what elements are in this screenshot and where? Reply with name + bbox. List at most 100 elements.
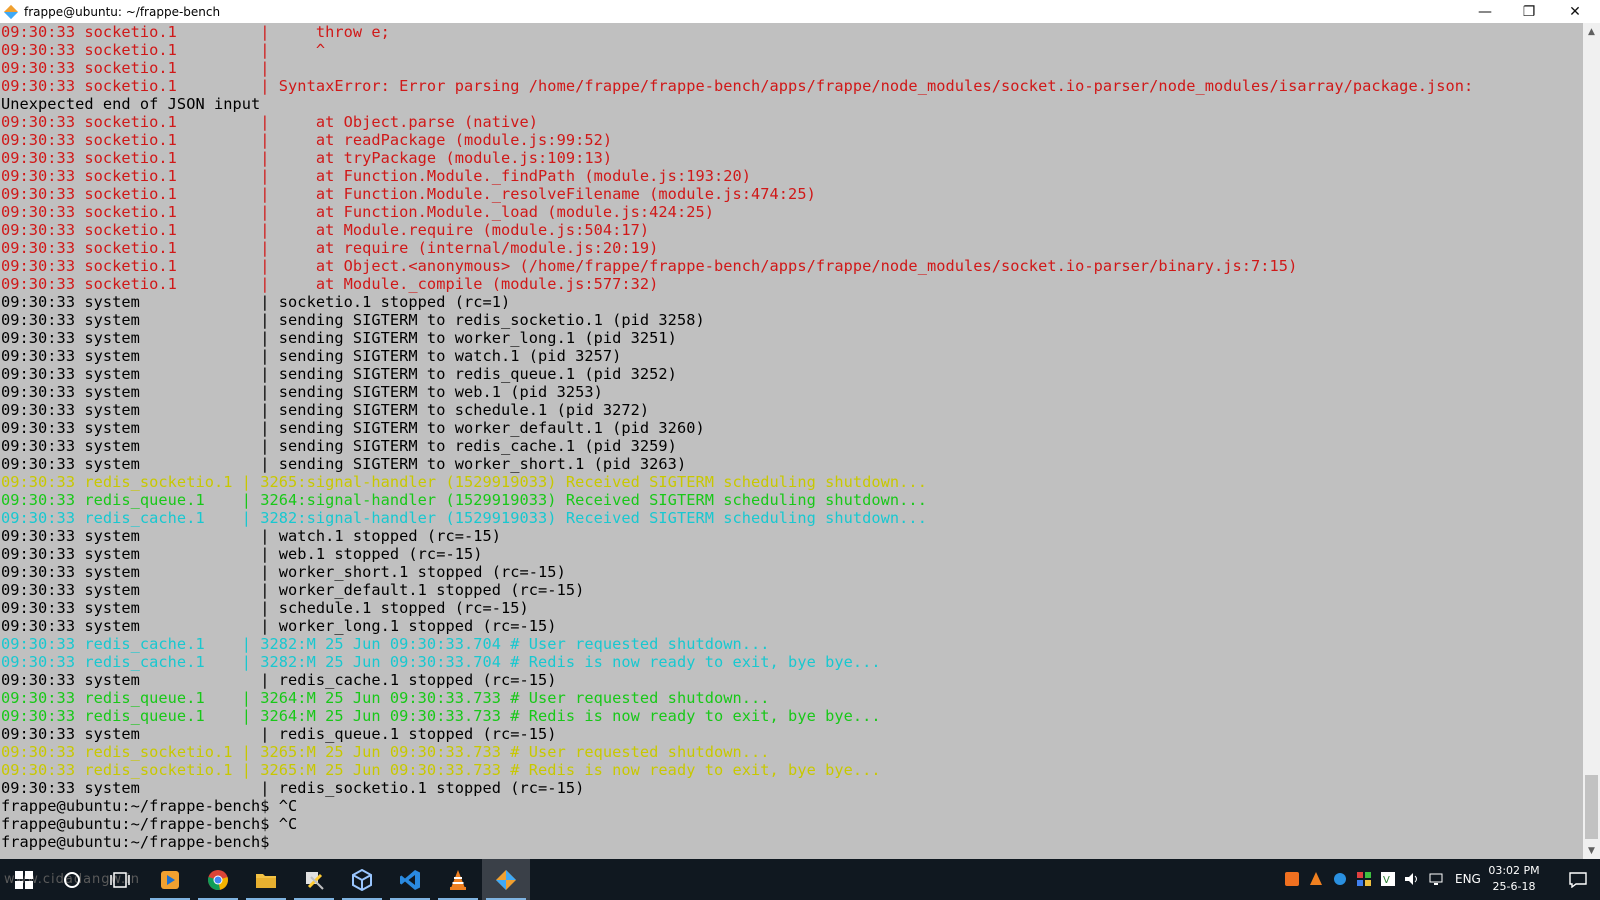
close-button[interactable]: ✕ [1552, 0, 1598, 23]
terminal-line: 09:30:33 redis_queue.1 | 3264:signal-han… [1, 491, 927, 509]
terminal-line: 09:30:33 socketio.1 | at require (intern… [1, 239, 659, 257]
windows-logo-icon [15, 870, 33, 889]
terminal-line: 09:30:33 system | schedule.1 stopped (rc… [1, 599, 529, 617]
terminal-line: frappe@ubuntu:~/frappe-bench$ ^C [1, 815, 298, 833]
task-view-button[interactable] [96, 859, 144, 900]
terminal-line: 09:30:33 system | sending SIGTERM to red… [1, 365, 677, 383]
scroll-down-button[interactable]: ▼ [1583, 842, 1600, 859]
terminal-line: 09:30:33 redis_queue.1 | 3264:M 25 Jun 0… [1, 689, 770, 707]
folder-icon [256, 873, 276, 888]
terminal-line: 09:30:33 system | redis_socketio.1 stopp… [1, 779, 585, 797]
terminal-line: 09:30:33 system | redis_queue.1 stopped … [1, 725, 557, 743]
network-icon[interactable] [1428, 871, 1444, 887]
terminal-line: 09:30:33 system | sending SIGTERM to wor… [1, 329, 677, 347]
terminal-line: 09:30:33 system | watch.1 stopped (rc=-1… [1, 527, 502, 545]
media-player-icon [161, 870, 179, 889]
terminal-line: 09:30:33 redis_cache.1 | 3282:signal-han… [1, 509, 927, 527]
terminal-line: 09:30:33 system | redis_cache.1 stopped … [1, 671, 557, 689]
terminal-line: Unexpected end of JSON input [1, 95, 261, 113]
taskbar: www.cidadangw.in V ENG 03:02 PM 25-6-18 [0, 859, 1600, 900]
notification-icon [1568, 871, 1587, 888]
terminal-line: 09:30:33 socketio.1 | at Object.<anonymo… [1, 257, 1298, 275]
terminal-line: 09:30:33 socketio.1 | [1, 59, 270, 77]
taskbar-app-vscode[interactable] [386, 859, 434, 900]
task-view-icon [110, 871, 130, 888]
terminal-line: 09:30:33 socketio.1 | SyntaxError: Error… [1, 77, 1474, 95]
terminal-line: 09:30:33 socketio.1 | at Function.Module… [1, 203, 714, 221]
terminal-line: 09:30:33 redis_cache.1 | 3282:M 25 Jun 0… [1, 653, 881, 671]
tools-icon [306, 871, 324, 890]
terminal-line: frappe@ubuntu:~/frappe-bench$ ^C [1, 797, 298, 815]
vscode-icon [400, 869, 420, 890]
volume-icon[interactable] [1404, 871, 1420, 887]
terminal-line: 09:30:33 socketio.1 | ^ [1, 41, 326, 59]
clock-time: 03:02 PM [1488, 864, 1540, 877]
close-icon: ✕ [1569, 3, 1581, 20]
terminal-line: 09:30:33 system | worker_long.1 stopped … [1, 617, 557, 635]
chrome-icon [208, 869, 228, 890]
chevron-up-icon: ▲ [1588, 26, 1595, 37]
window-title: frappe@ubuntu: ~/frappe-bench [24, 4, 221, 19]
terminal-line: 09:30:33 redis_socketio.1 | 3265:M 25 Ju… [1, 743, 770, 761]
terminal-output[interactable]: 09:30:33 socketio.1 | throw e; 09:30:33 s… [0, 23, 1583, 859]
terminal-line: 09:30:33 redis_socketio.1 | 3265:M 25 Ju… [1, 761, 881, 779]
network-tray-icon[interactable] [1332, 871, 1348, 887]
terminal-line: 09:30:33 socketio.1 | at readPackage (mo… [1, 131, 613, 149]
vertical-scrollbar[interactable]: ▲ ▼ [1583, 23, 1600, 859]
scrollbar-thumb[interactable] [1585, 775, 1598, 839]
taskbar-app-chrome[interactable] [194, 859, 242, 900]
tray-app-icon[interactable] [1284, 871, 1300, 887]
terminal-line: 09:30:33 system | sending SIGTERM to red… [1, 311, 705, 329]
terminal-line: 09:30:33 socketio.1 | at Object.parse (n… [1, 113, 539, 131]
grid-tray-icon[interactable] [1356, 871, 1372, 887]
terminal-line: 09:30:33 system | sending SIGTERM to sch… [1, 401, 650, 419]
taskbar-app-media-player[interactable] [146, 859, 194, 900]
vlc-tray-icon[interactable] [1308, 871, 1324, 887]
git-bash-icon [4, 5, 18, 19]
terminal-line: 09:30:33 system | socketio.1 stopped (rc… [1, 293, 511, 311]
clock-date: 25-6-18 [1492, 880, 1536, 893]
search-button[interactable] [48, 859, 96, 900]
terminal-line: 09:30:33 socketio.1 | at Module._compile… [1, 275, 659, 293]
terminal-line: 09:30:33 socketio.1 | at Function.Module… [1, 167, 752, 185]
terminal-line: 09:30:33 system | sending SIGTERM to red… [1, 437, 677, 455]
terminal-line: 09:30:33 socketio.1 | at Function.Module… [1, 185, 816, 203]
restore-icon: ❐ [1522, 3, 1536, 20]
start-button[interactable] [0, 859, 48, 900]
minimize-icon: — [1478, 3, 1492, 20]
terminal-line: 09:30:33 socketio.1 | at Module.require … [1, 221, 650, 239]
terminal-line: 09:30:33 redis_socketio.1 | 3265:signal-… [1, 473, 927, 491]
terminal-line: 09:30:33 system | sending SIGTERM to web… [1, 383, 603, 401]
terminal-line: 09:30:33 system | sending SIGTERM to wor… [1, 455, 687, 473]
window-titlebar[interactable]: frappe@ubuntu: ~/frappe-bench — ❐ ✕ [0, 0, 1600, 23]
terminal-line: 09:30:33 system | worker_default.1 stopp… [1, 581, 585, 599]
terminal-line: 09:30:33 redis_cache.1 | 3282:M 25 Jun 0… [1, 635, 770, 653]
terminal-line: 09:30:33 system | sending SIGTERM to wat… [1, 347, 622, 365]
action-center-button[interactable] [1555, 859, 1600, 900]
terminal-line: 09:30:33 socketio.1 | throw e; [1, 23, 390, 41]
taskbar-app-virtualbox[interactable] [338, 859, 386, 900]
language-indicator[interactable]: ENG [1455, 872, 1481, 886]
minimize-button[interactable]: — [1462, 0, 1508, 23]
terminal-line: 09:30:33 socketio.1 | at tryPackage (mod… [1, 149, 613, 167]
svg-text:V: V [1383, 875, 1390, 886]
terminal-lines: 09:30:33 socketio.1 | throw e; 09:30:33 s… [1, 23, 1473, 851]
vlc-icon [450, 869, 466, 890]
maximize-button[interactable]: ❐ [1506, 0, 1552, 23]
git-icon [496, 869, 516, 890]
vpn-tray-icon[interactable]: V [1380, 871, 1396, 887]
clock[interactable]: 03:02 PM 25-6-18 [1482, 863, 1546, 895]
virtualbox-icon [352, 868, 372, 891]
terminal-line: 09:30:33 system | worker_short.1 stopped… [1, 563, 566, 581]
terminal-line: 09:30:33 system | web.1 stopped (rc=-15) [1, 545, 483, 563]
taskbar-app-file-explorer[interactable] [242, 859, 290, 900]
taskbar-app-tools[interactable] [290, 859, 338, 900]
taskbar-app-git-bash[interactable] [482, 859, 530, 900]
scroll-up-button[interactable]: ▲ [1583, 23, 1600, 40]
chevron-down-icon: ▼ [1588, 845, 1595, 856]
terminal-line: 09:30:33 redis_queue.1 | 3264:M 25 Jun 0… [1, 707, 881, 725]
terminal-line: frappe@ubuntu:~/frappe-bench$ [1, 833, 279, 851]
terminal-line: 09:30:33 system | sending SIGTERM to wor… [1, 419, 705, 437]
taskbar-app-vlc[interactable] [434, 859, 482, 900]
search-icon [64, 871, 80, 888]
